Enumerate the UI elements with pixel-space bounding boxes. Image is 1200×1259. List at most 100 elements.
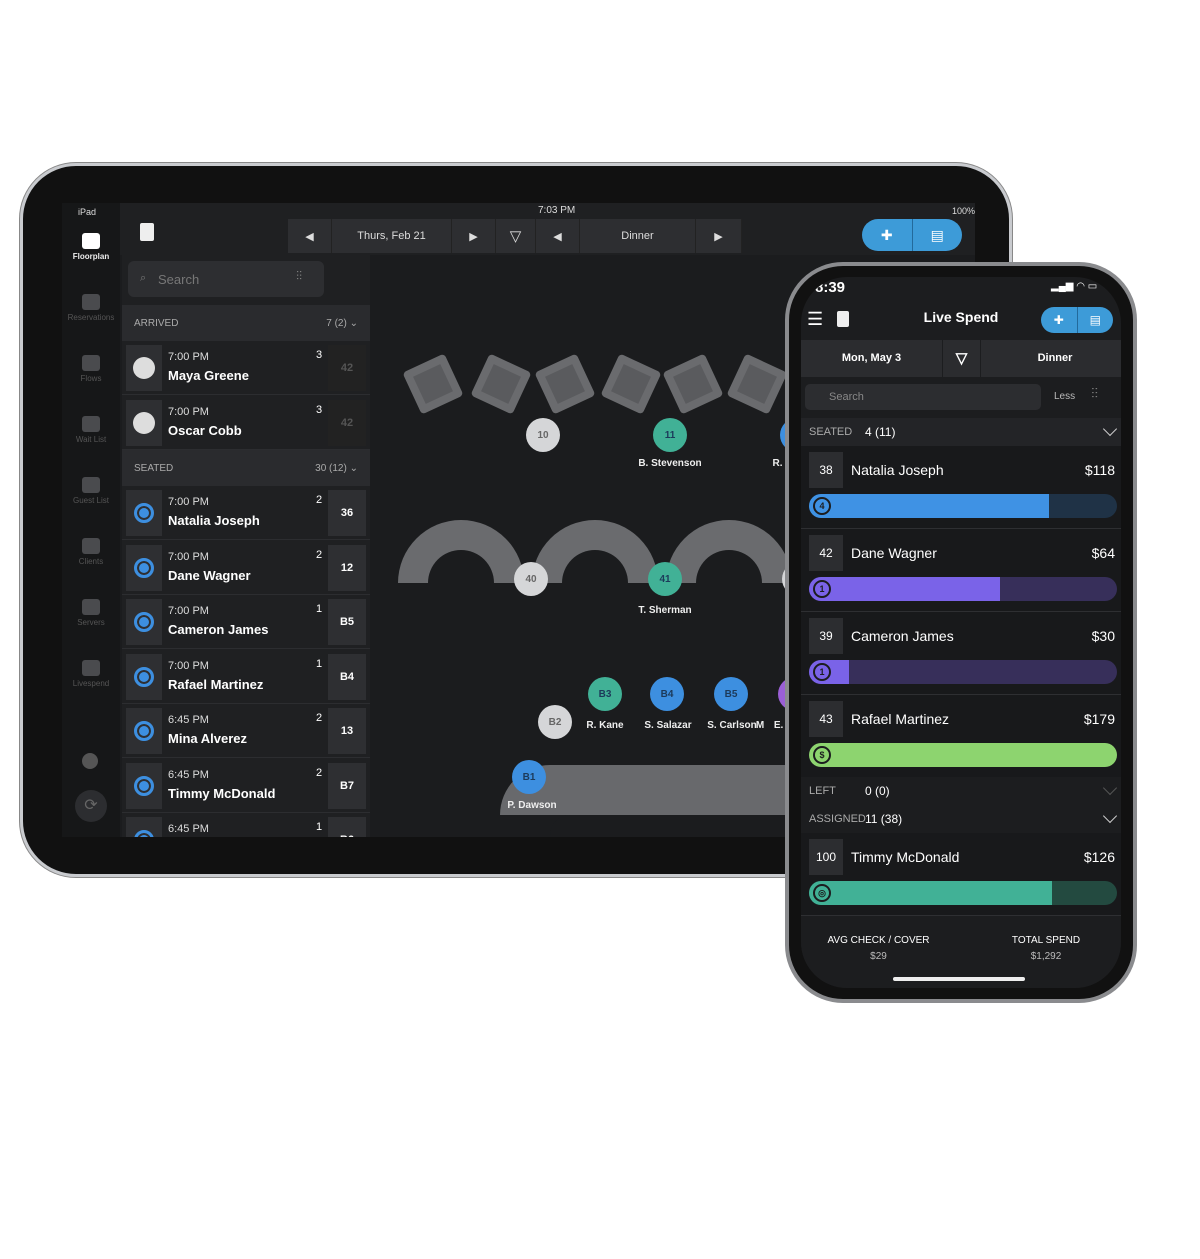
signal-wifi-battery-icon: ▂▄▆ ◠ ▭ [1051,281,1098,292]
top-bar: 7:03 PM 100% ◀ Thurs, Feb 21 ▶ ▽ ◀ Dinne… [120,203,975,255]
sidebar-item-servers[interactable]: Servers [62,599,120,627]
livespend-icon [82,660,100,676]
book-icon [133,357,155,379]
sidebar-item-floorplan[interactable]: Floorplan [62,233,120,261]
spend-progress-bar: $ [809,743,1117,767]
seated-header[interactable]: SEATED 30 (12) ⌄ [122,450,370,486]
left-header[interactable]: LEFT 0 (0) [801,777,1121,805]
filter-sliders-icon[interactable]: ⫶⫶ [1091,385,1098,402]
spend-row[interactable]: 100 Timmy McDonald $126 ◎ [801,833,1121,916]
notes-icon[interactable] [140,223,154,241]
table-11[interactable]: 11 [653,418,687,452]
filter-sliders-icon[interactable]: ⫶⫶ [296,269,302,284]
prev-date-button[interactable]: ◀ [288,219,332,253]
reservation-row[interactable]: 6:45 PM Mina Alverez 2 13 [122,704,370,758]
guest-name: Cameron James [851,628,954,644]
cover-count: 1 [316,657,323,670]
reservation-row[interactable]: 6:45 PM 1 B6 [122,813,370,837]
guest-name: Dane Wagner [168,567,251,583]
spend-amount: $126 [1083,849,1115,865]
add-reservation-icon[interactable]: ▤ [913,219,963,251]
sidebar-item-wait-list[interactable]: Wait List [62,416,120,444]
section-label: ARRIVED [134,317,179,329]
status-avatar [126,490,162,536]
status-avatar [126,817,162,837]
less-button[interactable]: Less [1054,391,1075,402]
search-input[interactable]: Search [805,384,1041,410]
table-b4[interactable]: B4 [650,677,684,711]
table-number: 41 [659,573,671,585]
reservation-row[interactable]: 7:00 PM Cameron James 1 B5 [122,595,370,649]
table-number: B1 [522,771,536,783]
shift-selector[interactable]: Dinner [981,340,1121,377]
spend-row[interactable]: 39 Cameron James $30 1 [801,612,1121,695]
gear-icon[interactable] [82,753,98,769]
table-b3[interactable]: B3 [588,677,622,711]
table-badge: B7 [328,762,366,809]
date-selector[interactable]: Thurs, Feb 21 [332,219,452,253]
date-selector[interactable]: Mon, May 3 [801,340,943,377]
table-b1[interactable]: B1 [512,760,546,794]
guest-name: Oscar Cobb [168,423,242,438]
lounge-chair [600,353,662,415]
sidebar-item-clients[interactable]: Clients [62,538,120,566]
arrived-header[interactable]: ARRIVED 7 (2) ⌄ [122,305,370,341]
walk-in-icon[interactable]: ✚ [1041,307,1078,333]
reservation-row[interactable]: 6:45 PM Timmy McDonald 2 B7 [122,759,370,813]
spend-row[interactable]: 38 Natalia Joseph $118 4 [801,446,1121,529]
prev-shift-button[interactable]: ◀ [536,219,580,253]
sync-icon[interactable]: ⟳ [75,790,107,822]
course-icon: $ [813,746,831,764]
reservation-time: 6:45 PM [168,823,209,835]
table-10[interactable]: 10 [526,418,560,452]
sidebar: iPad Floorplan Reservations Flows Wait List… [62,203,120,837]
status-avatar [126,599,162,645]
sidebar-item-flows[interactable]: Flows [62,355,120,383]
table-b5[interactable]: B5 [714,677,748,711]
lounge-chair [402,353,464,415]
table-number: 40 [525,573,537,585]
seated-status-icon [134,503,154,523]
course-icon: 4 [813,497,831,515]
next-date-button[interactable]: ▶ [452,219,496,253]
reservation-row[interactable]: 7:00 PM Dane Wagner 2 12 [122,541,370,595]
table-badge: 13 [328,708,366,754]
reservation-row[interactable]: 7:00 PM Oscar Cobb 3 42 [122,396,370,450]
sidebar-item-label: Servers [77,618,105,627]
filter-icon[interactable]: ▽ [496,219,536,253]
table-40[interactable]: 40 [514,562,548,596]
guest-name: Mina Alverez [168,731,247,746]
cover-count: 2 [316,548,323,561]
table-number: B5 [724,688,738,700]
next-shift-button[interactable]: ▶ [696,219,742,253]
table-badge: B5 [328,599,366,645]
cover-count: 1 [316,821,323,833]
guest-name: Timmy McDonald [168,785,276,801]
spend-row[interactable]: 42 Dane Wagner $64 1 [801,529,1121,612]
status-avatar [126,400,162,446]
table-number: B2 [548,716,562,728]
spend-progress-bar: ◎ [809,881,1117,905]
sidebar-item-label: Guest List [72,496,109,505]
search-input[interactable]: ⌕ Search ⫶⫶ [128,261,324,297]
assigned-header[interactable]: ASSIGNED 11 (38) [801,805,1121,833]
cover-count: 2 [316,766,323,779]
cover-count: 3 [316,404,323,416]
sidebar-item-livespend[interactable]: Livespend [62,660,120,688]
sidebar-item-guest-list[interactable]: Guest List [62,477,120,505]
sidebar-item-reservations[interactable]: Reservations [62,294,120,322]
shift-selector[interactable]: Dinner [580,219,696,253]
reservation-row[interactable]: 7:00 PM Natalia Joseph 2 36 [122,486,370,540]
reservation-row[interactable]: 7:00 PM Rafael Martinez 1 B4 [122,650,370,704]
add-reservation-icon[interactable]: ▤ [1078,307,1114,333]
spend-row[interactable]: 43 Rafael Martinez $179 $ [801,695,1121,778]
table-41[interactable]: 41 [648,562,682,596]
avg-check-value: $29 [870,951,887,962]
filter-icon[interactable]: ▽ [943,340,981,377]
phone-clock: 8:39 [815,279,846,296]
cover-count: 2 [316,712,323,724]
walk-in-icon[interactable]: ✚ [862,219,913,251]
reservation-row[interactable]: 7:00 PM Maya Greene 3 42 [122,341,370,395]
seated-header[interactable]: SEATED 4 (11) [801,418,1121,446]
flows-icon [82,355,100,371]
